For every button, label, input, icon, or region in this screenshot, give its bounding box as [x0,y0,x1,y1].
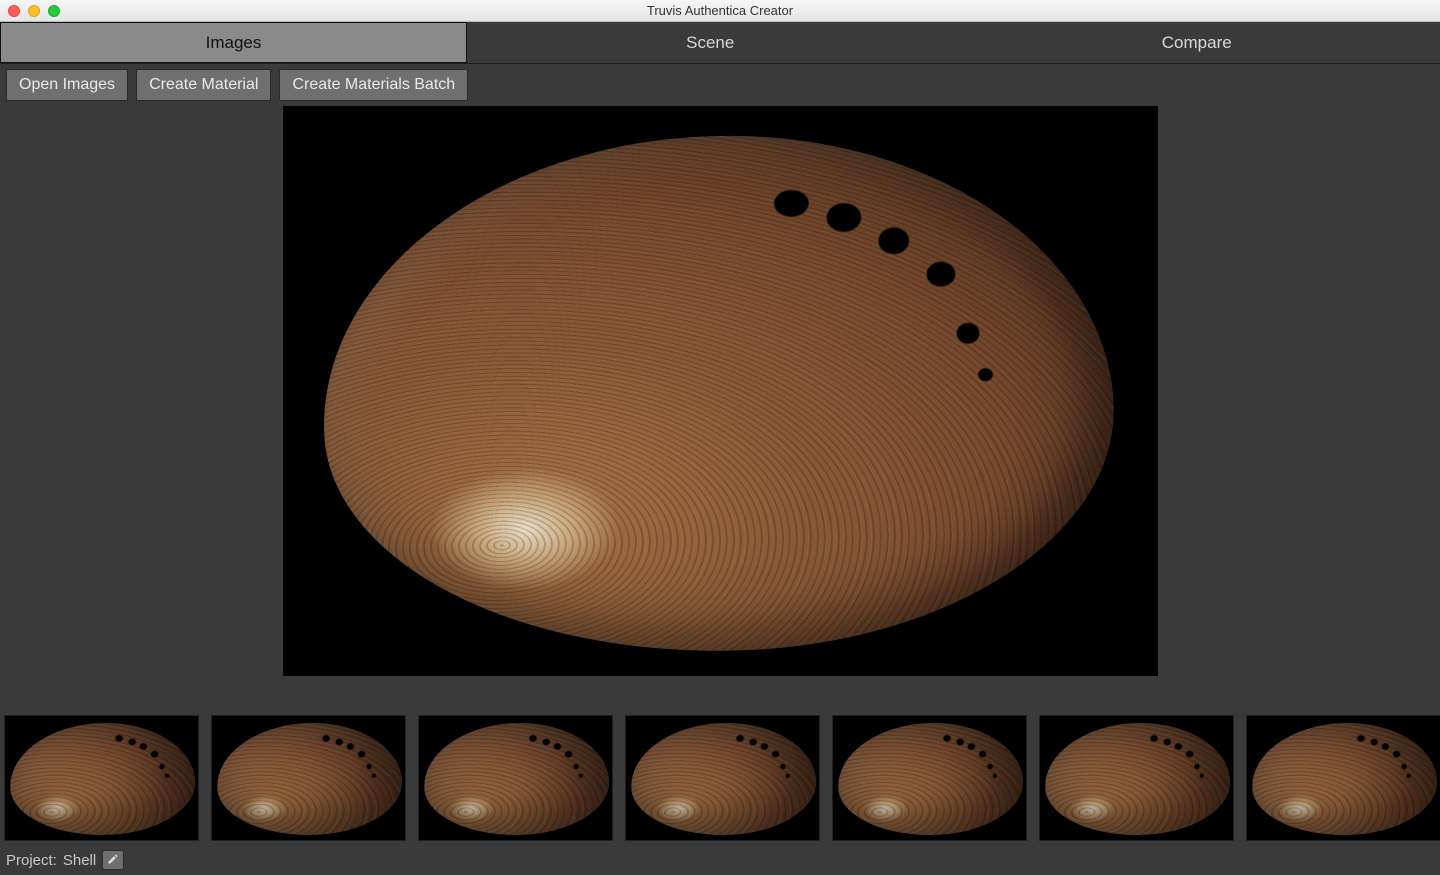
project-label: Project: [6,852,57,869]
window-title: Truvis Authentica Creator [0,3,1440,18]
open-images-button[interactable]: Open Images [6,69,128,101]
toolbar: Open Images Create Material Create Mater… [0,64,1440,106]
shell-image [314,122,1121,664]
thumbnail[interactable] [625,715,820,841]
fullscreen-window-button[interactable] [48,5,60,17]
thumbnail[interactable] [1039,715,1234,841]
thumbnail[interactable] [832,715,1027,841]
project-name: Shell [63,852,96,869]
tab-scene[interactable]: Scene [467,22,954,63]
tab-compare[interactable]: Compare [954,22,1440,63]
close-window-button[interactable] [8,5,20,17]
create-materials-batch-button[interactable]: Create Materials Batch [279,69,468,101]
tab-images[interactable]: Images [0,22,467,63]
edit-project-name-button[interactable] [102,850,124,870]
main-tabbar: Images Scene Compare [0,22,1440,64]
main-viewport [0,106,1440,711]
create-material-button[interactable]: Create Material [136,69,271,101]
window-titlebar: Truvis Authentica Creator [0,0,1440,22]
thumbnail[interactable] [4,715,199,841]
pencil-icon [107,852,119,869]
status-bar: Project: Shell [0,845,1440,875]
thumbnail[interactable] [418,715,613,841]
minimize-window-button[interactable] [28,5,40,17]
window-controls [0,5,60,17]
main-image-preview[interactable] [283,106,1158,676]
thumbnail[interactable] [211,715,406,841]
thumbnail-strip[interactable] [0,711,1440,845]
thumbnail[interactable] [1246,715,1440,841]
